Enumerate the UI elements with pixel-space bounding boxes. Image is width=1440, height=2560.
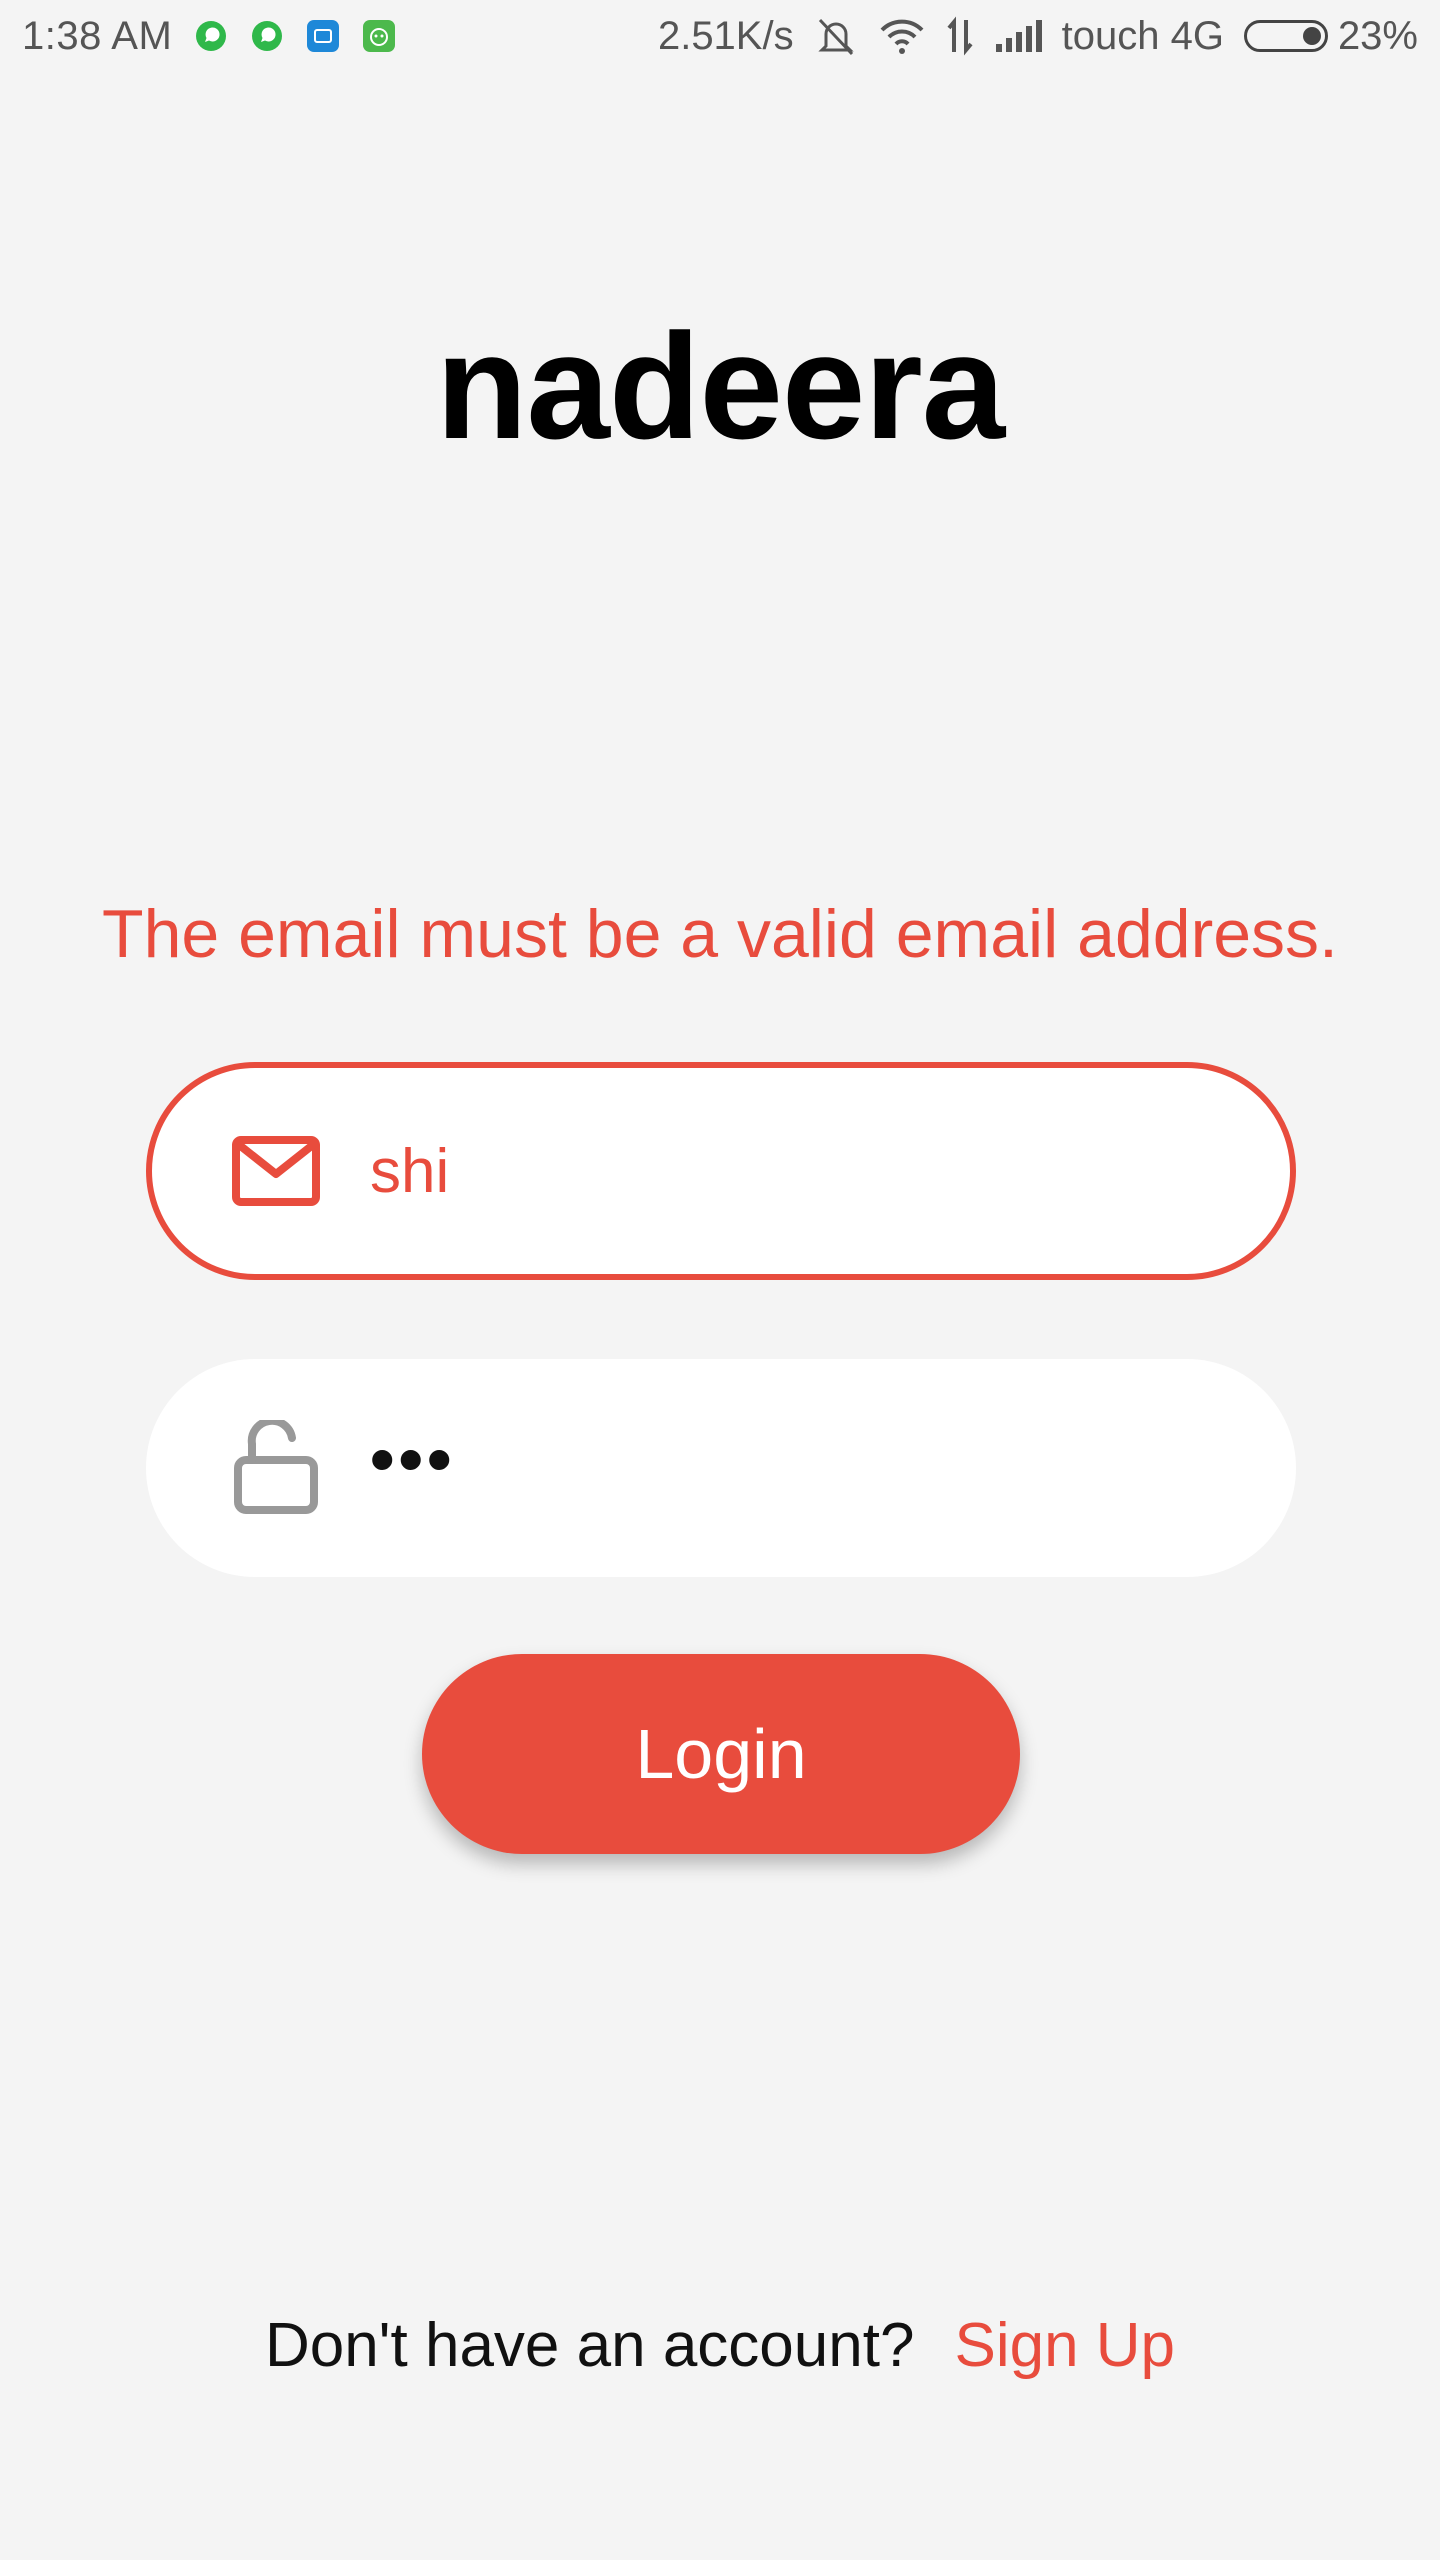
mute-icon	[814, 16, 858, 56]
status-bar-left: 1:38 AM	[22, 14, 418, 59]
whatsapp-icon	[250, 19, 284, 53]
wifi-icon	[878, 16, 926, 56]
unlock-icon	[232, 1420, 320, 1514]
network-speed: 2.51K/s	[657, 13, 794, 58]
app-title: nadeera	[435, 302, 1005, 470]
data-transfer-icon	[946, 16, 974, 56]
app-icon	[306, 19, 340, 53]
email-field[interactable]: shi	[146, 1062, 1296, 1280]
email-input[interactable]: shi	[370, 1136, 449, 1207]
battery-icon	[1243, 20, 1328, 52]
signal-icon	[994, 18, 1042, 54]
signup-link[interactable]: Sign Up	[954, 2310, 1175, 2381]
password-field[interactable]: •••	[146, 1359, 1296, 1577]
carrier-label: touch 4G	[1061, 13, 1224, 58]
email-error-message: The email must be a valid email address.	[102, 896, 1338, 972]
password-input[interactable]: •••	[370, 1419, 456, 1499]
status-bar-right: 2.51K/s touch 4G 23%	[638, 14, 1418, 59]
signup-prompt: Don't have an account? Sign Up	[0, 2310, 1440, 2381]
battery-percent: 23%	[1337, 13, 1418, 58]
battery-indicator: 23%	[1243, 13, 1418, 59]
mail-icon	[232, 1127, 320, 1215]
status-time: 1:38 AM	[22, 13, 173, 58]
whatsapp-icon	[194, 19, 228, 53]
status-bar: 1:38 AM 2.51K/s touch 4G 23%	[0, 0, 1440, 72]
signup-prompt-text: Don't have an account?	[264, 2311, 915, 2380]
android-app-icon	[362, 19, 396, 53]
login-button[interactable]: Login	[422, 1654, 1020, 1854]
